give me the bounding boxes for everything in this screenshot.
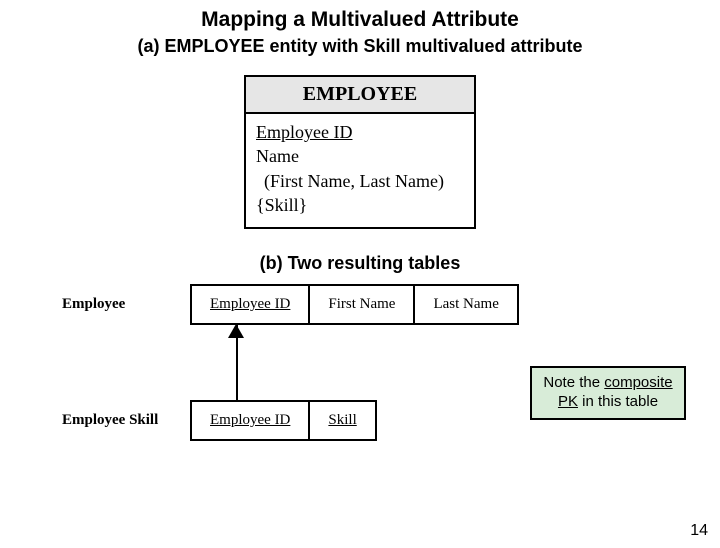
entity-attr-pk: Employee ID (256, 120, 464, 144)
section-b-heading: (b) Two resulting tables (0, 253, 720, 274)
table-employee: Employee ID First Name Last Name (190, 284, 519, 325)
entity-attr-name: Name (256, 144, 464, 168)
note-pre: Note the (543, 374, 604, 391)
fk-arrow-head-icon (228, 324, 244, 338)
entity-attr-name-parts: (First Name, Last Name) (256, 169, 464, 193)
entity-header: EMPLOYEE (246, 77, 474, 114)
entity-body: Employee ID Name (First Name, Last Name)… (246, 114, 474, 227)
table-label-employee: Employee (62, 296, 125, 313)
note-post: in this table (578, 393, 658, 410)
page-number: 14 (690, 522, 708, 540)
entity-attr-multivalued: {Skill} (256, 193, 464, 217)
col-employee-id: Employee ID (192, 286, 310, 323)
col-skill: Skill (310, 402, 374, 439)
entity-box-employee: EMPLOYEE Employee ID Name (First Name, L… (244, 75, 476, 229)
section-a-heading: (a) EMPLOYEE entity with Skill multivalu… (0, 36, 720, 57)
note-composite-pk: Note the composite PK in this table (530, 366, 686, 420)
page-title: Mapping a Multivalued Attribute (0, 8, 720, 32)
table-label-employee-skill: Employee Skill (62, 412, 158, 429)
tables-area: Employee Employee ID First Name Last Nam… (0, 284, 720, 474)
col-first-name: First Name (310, 286, 415, 323)
col-last-name: Last Name (415, 286, 516, 323)
col-employee-id-fk: Employee ID (192, 402, 310, 439)
table-employee-skill: Employee ID Skill (190, 400, 377, 441)
